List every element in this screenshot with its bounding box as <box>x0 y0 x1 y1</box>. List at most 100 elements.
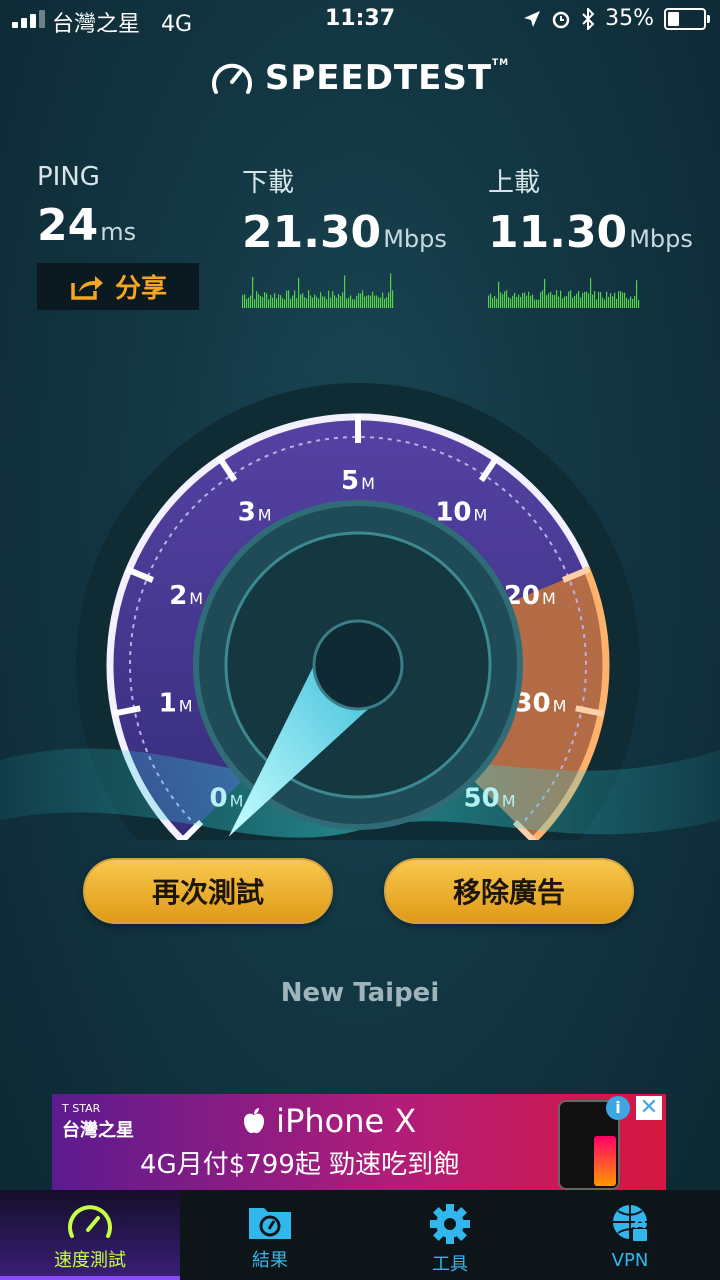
tab-tools[interactable]: 工具 <box>360 1190 540 1280</box>
sparkline-bar <box>618 291 620 308</box>
sparkline-bar <box>508 297 510 308</box>
server-location: New Taipei <box>280 978 440 1008</box>
sparkline-bar <box>292 295 294 308</box>
sparkline-bar <box>346 298 348 308</box>
sparkline-bar <box>610 293 612 308</box>
sparkline-bar <box>562 298 564 308</box>
sparkline-bar <box>354 299 356 308</box>
sparkline-bar <box>594 291 596 308</box>
sparkline-bar <box>384 298 386 308</box>
sparkline-bar <box>310 295 312 308</box>
sparkline-bar <box>314 294 316 308</box>
sparkline-bar <box>578 291 580 308</box>
sparkline-bar <box>550 291 552 308</box>
retest-label: 再次測試 <box>151 876 264 909</box>
sparkline-bar <box>376 295 378 308</box>
sparkline-bar <box>560 290 562 308</box>
sparkline-bar <box>366 295 368 308</box>
sparkline-bar <box>566 296 568 308</box>
sparkline-bar <box>338 293 340 308</box>
location-arrow-icon <box>524 10 541 27</box>
ad-close-icon[interactable]: ✕ <box>636 1096 662 1120</box>
sparkline-bar <box>246 298 248 308</box>
ping-metric: PING 24ms <box>37 162 136 251</box>
ad-brand: 台灣之星 <box>62 1120 134 1141</box>
ping-value: 24 <box>37 200 99 251</box>
sparkline-bar <box>316 296 318 308</box>
ad-subline: 4G月付$799起 勁速吃到飽 <box>140 1150 460 1180</box>
upload-metric: 上載 11.30Mbps <box>488 162 693 258</box>
logo-text: SPEEDTEST <box>264 58 493 98</box>
sparkline-bar <box>258 294 260 308</box>
tab-speedtest[interactable]: 速度測試 <box>0 1190 180 1280</box>
battery-fill <box>668 11 679 26</box>
upload-label: 上載 <box>488 168 541 198</box>
ad-info-icon[interactable]: i <box>606 1096 630 1120</box>
gear-icon <box>430 1204 470 1244</box>
sparkline-bar <box>362 290 364 308</box>
ad-headline-text: iPhone X <box>276 1102 417 1140</box>
vpn-globe-lock-icon <box>613 1205 649 1243</box>
sparkline-bar <box>330 297 332 308</box>
sparkline-bar <box>608 296 610 308</box>
sparkline-bar <box>574 296 576 308</box>
sparkline-bar <box>584 291 586 308</box>
tab-vpn[interactable]: VPN <box>540 1190 720 1280</box>
sparkline-bar <box>632 298 634 308</box>
sparkline-bar <box>576 293 578 308</box>
sparkline-bar <box>286 290 288 308</box>
sparkline-bar <box>490 293 492 308</box>
speed-gauge: 0M1M2M3M5M10M20M30M50M <box>0 365 720 840</box>
sparkline-bar <box>388 292 390 308</box>
sparkline-bar <box>538 299 540 308</box>
sparkline-bar <box>558 296 560 308</box>
sparkline-bar <box>500 292 502 308</box>
sparkline-bar <box>274 293 276 308</box>
sparkline-bar <box>270 295 272 308</box>
sparkline-bar <box>294 290 296 308</box>
sparkline-bar <box>512 295 514 308</box>
sparkline-bar <box>262 297 264 308</box>
sparkline-bar <box>312 297 314 308</box>
retest-button[interactable]: 再次測試 <box>83 858 333 924</box>
sparkline-bar <box>296 298 298 308</box>
sparkline-bar <box>554 294 556 308</box>
sparkline-bar <box>590 277 592 308</box>
sparkline-bar <box>624 292 626 308</box>
sparkline-bar <box>604 299 606 308</box>
sparkline-bar <box>496 298 498 308</box>
sparkline-bar <box>510 298 512 308</box>
share-label: 分享 <box>114 274 167 304</box>
sparkline-bar <box>502 294 504 308</box>
sparkline-bar <box>350 295 352 308</box>
tab-results[interactable]: 結果 <box>180 1190 360 1280</box>
sparkline-bar <box>344 275 346 308</box>
sparkline-bar <box>528 291 530 308</box>
sparkline-bar <box>392 290 394 308</box>
share-button[interactable]: 分享 <box>37 263 199 310</box>
sparkline-bar <box>506 290 508 308</box>
sparkline-bar <box>368 295 370 308</box>
sparkline-bar <box>552 294 554 308</box>
sparkline-bar <box>526 295 528 308</box>
tab-label: 工具 <box>432 1254 468 1275</box>
upload-value: 11.30 <box>488 207 628 258</box>
bluetooth-icon <box>582 7 595 30</box>
sparkline-bar <box>616 298 618 308</box>
sparkline-bar <box>318 298 320 308</box>
remove-ads-button[interactable]: 移除廣告 <box>384 858 634 924</box>
sparkline-bar <box>598 291 600 308</box>
sparkline-bar <box>494 295 496 308</box>
tab-label: 速度測試 <box>54 1250 126 1271</box>
sparkline-bar <box>630 296 632 308</box>
sparkline-bar <box>326 299 328 308</box>
sparkline-bar <box>364 296 366 308</box>
sparkline-bar <box>504 291 506 308</box>
sparkline-bar <box>268 299 270 308</box>
sparkline-bar <box>322 296 324 308</box>
battery-icon <box>664 7 710 30</box>
sparkline-bar <box>332 291 334 308</box>
sparkline-bar <box>390 273 392 308</box>
ad-banner[interactable]: T STAR 台灣之星 iPhone X 4G月付$799起 勁速吃到飽 i ✕ <box>52 1094 666 1190</box>
sparkline-bar <box>602 297 604 308</box>
